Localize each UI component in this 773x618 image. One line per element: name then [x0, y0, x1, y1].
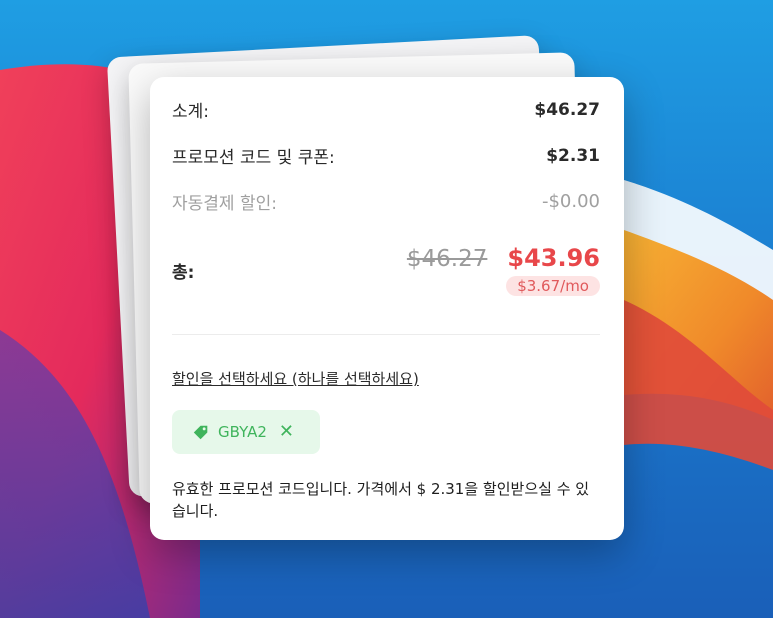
total-label: 총:: [172, 262, 195, 283]
select-discount-link[interactable]: 할인을 선택하세요 (하나를 선택하세요): [172, 368, 419, 389]
total-row: 총: $46.27 $43.96 $3.67/mo: [172, 244, 600, 296]
subtotal-value: $46.27: [534, 99, 600, 120]
desktop-background: 소계: $46.27 프로모션 코드 및 쿠폰: $2.31 자동결제 할인: …: [0, 0, 773, 618]
subtotal-row: 소계: $46.27: [172, 97, 600, 123]
coupon-code: GBYA2: [218, 423, 267, 441]
final-price: $43.96: [507, 244, 600, 272]
divider: [172, 334, 600, 335]
monthly-price-badge: $3.67/mo: [506, 276, 600, 296]
promo-value: $2.31: [546, 145, 600, 166]
promo-label: 프로모션 코드 및 쿠폰:: [172, 148, 335, 168]
promo-valid-message: 유효한 프로모션 코드입니다. 가격에서 $ 2.31을 할인받으실 수 있습니…: [172, 480, 590, 520]
autopay-row: 자동결제 할인: -$0.00: [172, 189, 600, 214]
autopay-label: 자동결제 할인:: [172, 194, 277, 214]
original-price: $46.27: [406, 246, 488, 272]
close-icon[interactable]: ✕: [279, 423, 294, 441]
applied-coupon-chip: GBYA2 ✕: [172, 410, 320, 454]
subtotal-label: 소계:: [172, 102, 210, 122]
tag-icon: [192, 423, 210, 441]
autopay-value: -$0.00: [541, 191, 600, 212]
promo-row: 프로모션 코드 및 쿠폰: $2.31: [172, 143, 600, 169]
total-prices: $46.27 $43.96 $3.67/mo: [407, 244, 600, 296]
order-summary-card: 소계: $46.27 프로모션 코드 및 쿠폰: $2.31 자동결제 할인: …: [150, 77, 624, 540]
